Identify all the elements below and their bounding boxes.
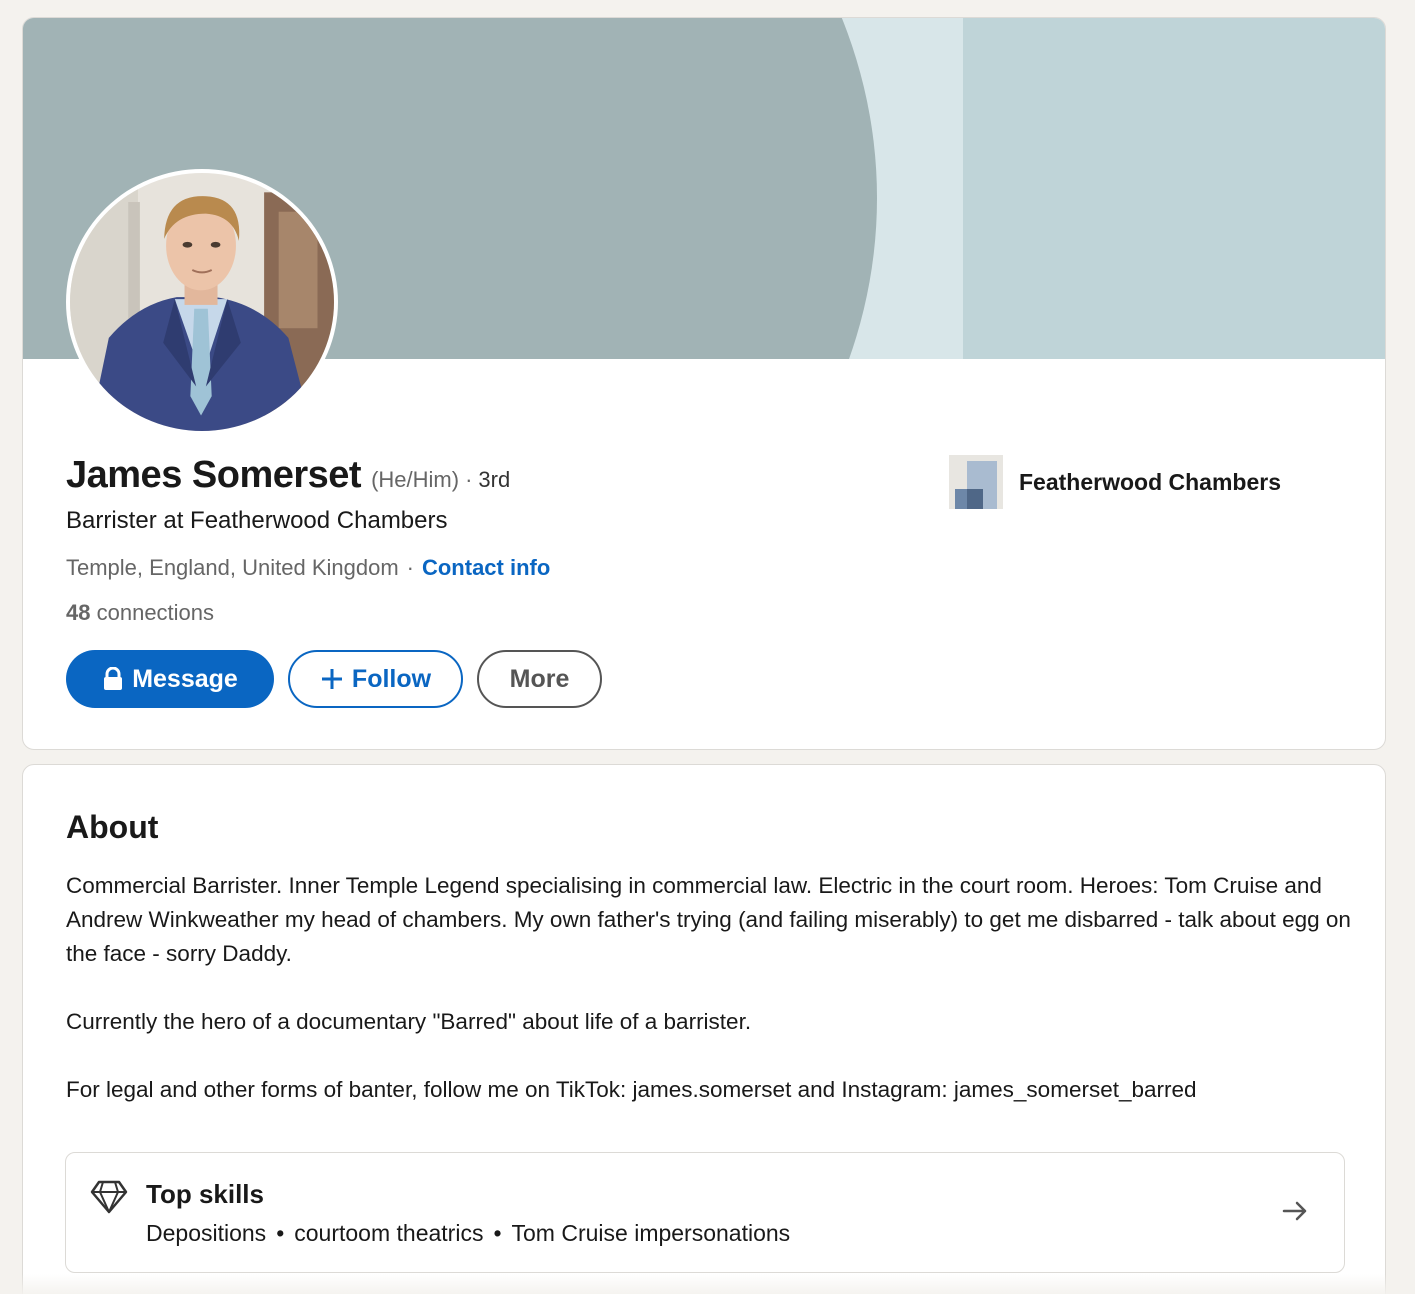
skill-item: Tom Cruise impersonations (511, 1220, 791, 1246)
top-skills-title: Top skills (146, 1179, 264, 1209)
profile-headline: Barrister at Featherwood Chambers (66, 507, 448, 534)
top-skills-box[interactable]: Top skills Depositions • courtoom theatr… (65, 1152, 1345, 1273)
diamond-icon (90, 1179, 128, 1215)
follow-button[interactable]: Follow (288, 650, 463, 708)
skill-separator: • (276, 1220, 285, 1246)
lock-icon (102, 667, 124, 691)
more-button[interactable]: More (477, 650, 602, 708)
arrow-right-icon[interactable] (1280, 1196, 1310, 1226)
top-skills-list: Depositions • courtoom theatrics • Tom C… (146, 1220, 790, 1247)
follow-button-label: Follow (351, 664, 432, 693)
message-button-label: Message (132, 664, 238, 693)
profile-name: James Somerset (66, 454, 362, 496)
connections-count: 48 (66, 600, 91, 625)
company-name: Featherwood Chambers (1019, 468, 1281, 495)
profile-location: Temple, England, United Kingdom (66, 555, 399, 580)
profile-avatar[interactable] (66, 169, 338, 435)
connection-degree: 3rd (478, 467, 511, 492)
connections-label: connections (96, 600, 215, 625)
profile-card: James Somerset (He/Him) · 3rd Barrister … (22, 17, 1386, 750)
avatar-photo (70, 173, 334, 431)
about-paragraph: Commercial Barrister. Inner Temple Legen… (66, 873, 1351, 966)
company-logo (949, 455, 1003, 509)
skill-item: courtoom theatrics (294, 1220, 484, 1246)
separator-dot: · (465, 467, 473, 492)
about-paragraph: Currently the hero of a documentary "Bar… (66, 1009, 752, 1034)
about-text: Commercial Barrister. Inner Temple Legen… (66, 869, 1356, 1107)
message-button[interactable]: Message (66, 650, 274, 708)
plus-icon (320, 667, 344, 691)
skill-separator: • (493, 1220, 502, 1246)
separator-dot: · (406, 555, 414, 580)
about-paragraph: For legal and other forms of banter, fol… (66, 1077, 1197, 1102)
profile-actions: Message Follow More (66, 650, 602, 708)
connections-link[interactable]: 48 connections (66, 600, 214, 626)
location-row: Temple, England, United Kingdom · Contac… (66, 555, 550, 581)
pronouns: (He/Him) (371, 467, 460, 492)
current-company[interactable]: Featherwood Chambers (949, 455, 1281, 509)
skill-item: Depositions (146, 1220, 267, 1246)
about-card: About Commercial Barrister. Inner Temple… (22, 764, 1386, 1294)
more-button-label: More (509, 664, 570, 693)
name-row: James Somerset (He/Him) · 3rd (66, 454, 510, 497)
about-title: About (66, 809, 159, 845)
contact-info-link[interactable]: Contact info (422, 555, 550, 581)
